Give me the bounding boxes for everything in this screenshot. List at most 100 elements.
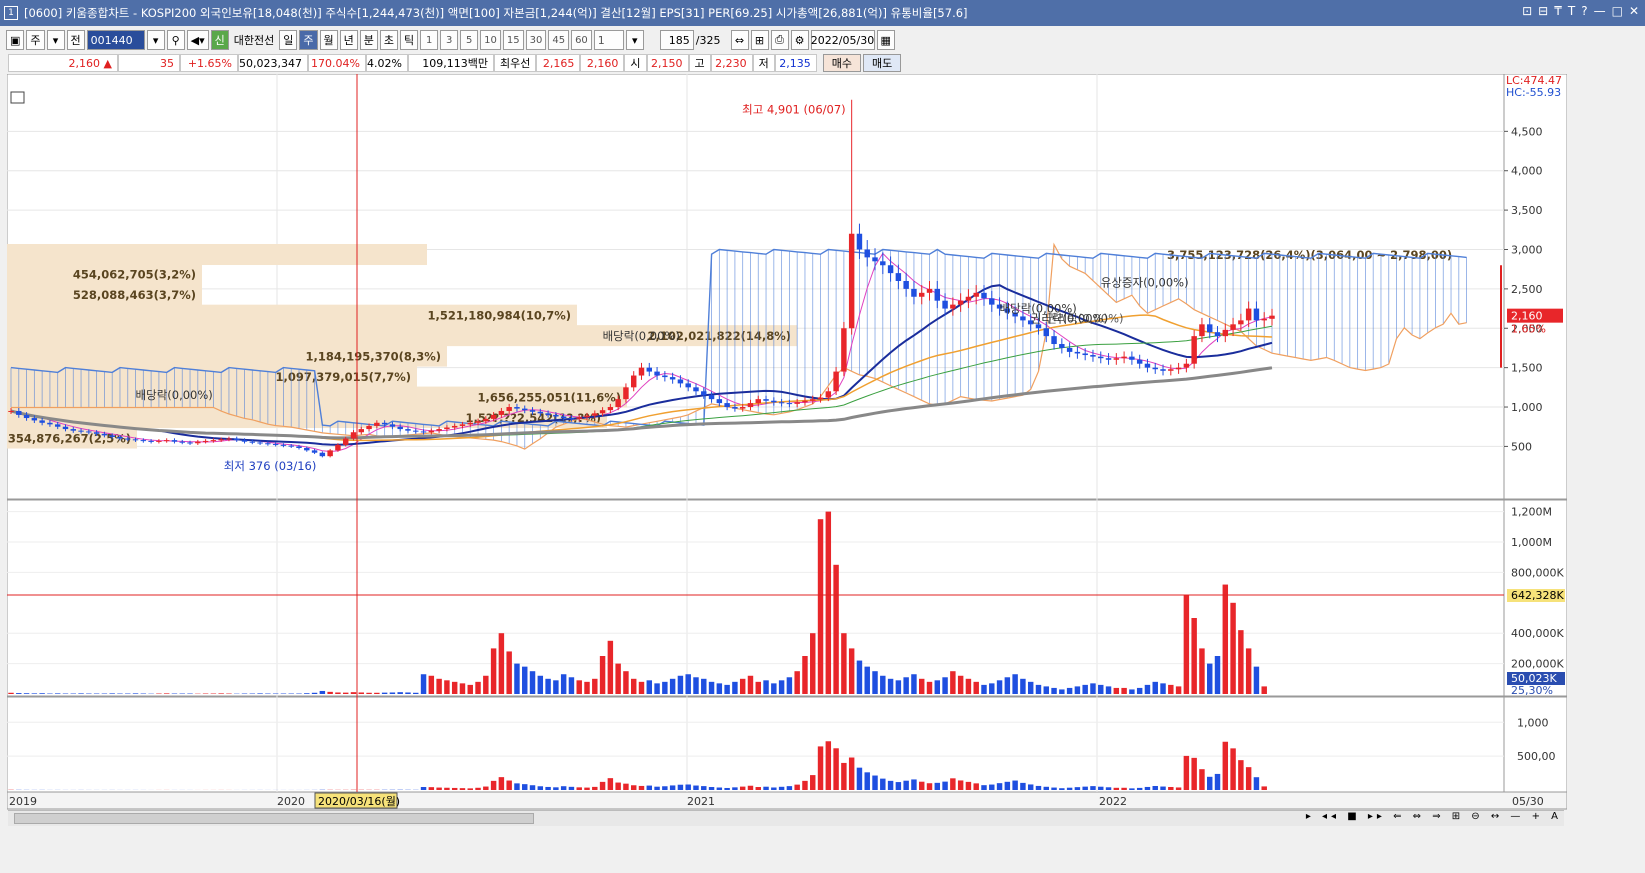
volume-bar (1214, 656, 1221, 694)
chevron-down-icon[interactable]: ▾ (46, 30, 65, 50)
chart-type-icon[interactable]: ⊞ (750, 30, 769, 50)
tab-week[interactable]: 주 (299, 30, 318, 50)
sell-button[interactable]: 매도 (863, 54, 902, 72)
sound-icon[interactable]: ◀▾ (186, 30, 209, 50)
candle-body (148, 440, 154, 442)
price-tick-label: 1,000 (1511, 401, 1543, 414)
amount-bar (732, 787, 738, 790)
candle-body (350, 432, 357, 439)
scroll-thumb[interactable] (14, 813, 534, 824)
interval-10[interactable]: 10 (480, 30, 501, 50)
amount-bar (1144, 786, 1151, 790)
unit-dropdown-icon[interactable]: ▾ (625, 30, 644, 50)
candle-body (724, 403, 730, 408)
candle-body (623, 387, 629, 400)
split-icon[interactable]: ⊟ (1538, 4, 1548, 18)
scroll-controls[interactable]: ▸ ◂◂ ■ ▸▸ ⇐ ⇔ ⇒ ⊞ ⊖ ↔ — + A (1306, 811, 1562, 822)
date-input[interactable]: 2022/05/30 (810, 30, 875, 50)
interval-5[interactable]: 5 (460, 30, 479, 50)
period-kind-select[interactable]: 주 (26, 30, 45, 50)
amount-bar (599, 781, 606, 790)
maximize-icon[interactable]: □ (1612, 4, 1623, 18)
zoom-icon[interactable]: ⇔ (730, 30, 749, 50)
candle-body (490, 414, 497, 419)
candle-body (607, 407, 614, 411)
chart-area[interactable]: 3,755,123,728(26,4%)(3,064,00 ~ 2,798,00… (6, 73, 1568, 811)
count-input[interactable]: 185 (659, 30, 694, 50)
volume-tick-label: 800,000K (1511, 566, 1564, 579)
amount-bar (498, 777, 505, 790)
tab-month[interactable]: 월 (319, 30, 338, 50)
interval-1[interactable]: 1 (420, 30, 439, 50)
pin-icon[interactable]: ₸ (1554, 4, 1562, 18)
current-price-label: 2,160 (1511, 310, 1543, 323)
stock-code-input[interactable]: 001440 (86, 30, 145, 50)
amount-bar (1230, 748, 1236, 790)
amount-bar (1035, 785, 1042, 790)
interval-30[interactable]: 30 (525, 30, 547, 50)
volume-bar (841, 633, 847, 694)
print-icon[interactable]: ⎙ (770, 30, 789, 50)
calendar-icon[interactable]: ▦ (876, 30, 895, 50)
amount-bar (950, 778, 956, 790)
panel-table-icon[interactable] (10, 91, 25, 104)
amount-bar (451, 787, 458, 790)
volume-bar (16, 693, 22, 694)
layout-icon[interactable]: ⊡ (1522, 4, 1532, 18)
candle-body (366, 425, 372, 430)
volume-bar (1113, 687, 1120, 694)
candle-body (918, 292, 925, 297)
interval-3[interactable]: 3 (440, 30, 459, 50)
tab-minute[interactable]: 분 (359, 30, 378, 50)
amount-bar (1012, 780, 1018, 790)
help-icon[interactable]: ? (1581, 4, 1587, 18)
interval-15[interactable]: 15 (502, 30, 524, 50)
amount-bar (989, 784, 995, 790)
candle-body (1082, 353, 1088, 356)
chart-scrollbar[interactable]: ▸ ◂◂ ■ ▸▸ ⇐ ⇔ ⇒ ⊞ ⊖ ↔ — + A (8, 810, 1564, 826)
amount-bar (1160, 786, 1166, 790)
amount-bar (1066, 787, 1073, 790)
amount-bar (560, 786, 567, 790)
buy-button[interactable]: 매수 (822, 54, 861, 72)
volume-bar (529, 671, 536, 694)
candle-body (311, 450, 318, 453)
minimize-icon[interactable]: — (1594, 4, 1606, 18)
candle-body (405, 429, 411, 431)
candle-body (560, 416, 567, 419)
candle-body (16, 410, 22, 415)
candle-body (241, 440, 248, 442)
stock-name: 대한전선 (233, 34, 275, 47)
code-dropdown-icon[interactable]: ▾ (146, 30, 165, 50)
volume-bar (965, 678, 972, 694)
text-icon[interactable]: T (1568, 4, 1575, 18)
amount-bar (662, 786, 668, 790)
candle-body (8, 410, 14, 412)
volume-bar (1253, 666, 1260, 694)
volume-bar (911, 674, 917, 694)
tab-second[interactable]: 초 (379, 30, 398, 50)
candle-body (841, 328, 847, 372)
chart-svg[interactable]: 3,755,123,728(26,4%)(3,064,00 ~ 2,798,00… (6, 73, 1568, 811)
amount-bar (428, 787, 435, 790)
volume-bar (389, 692, 396, 694)
amount-tick-label: 1,000 (1517, 716, 1549, 729)
window-controls: ⊡ ⊟ ₸ T ? — □ ✕ (1522, 4, 1639, 18)
settings-icon[interactable]: ⚙ (790, 30, 809, 50)
volume-bar (374, 692, 380, 694)
volume-tick-label: 400,000K (1511, 627, 1564, 640)
close-icon[interactable]: ✕ (1629, 4, 1639, 18)
tab-tick[interactable]: 틱 (400, 30, 419, 50)
tab-day[interactable]: 일 (279, 30, 298, 50)
search-icon[interactable]: ⚲ (166, 30, 185, 50)
chart-menu-icon[interactable]: ▣ (6, 30, 25, 50)
interval-45[interactable]: 45 (548, 30, 570, 50)
volume-bar (934, 680, 941, 694)
prev-button[interactable]: 전 (66, 30, 85, 50)
tab-year[interactable]: 년 (339, 30, 358, 50)
unit-select[interactable]: 1 (593, 30, 624, 50)
low-annotation: 최저 376 (03/16) (224, 459, 317, 473)
interval-60[interactable]: 60 (571, 30, 592, 50)
candle-body (810, 399, 816, 401)
candle-body (62, 426, 69, 430)
